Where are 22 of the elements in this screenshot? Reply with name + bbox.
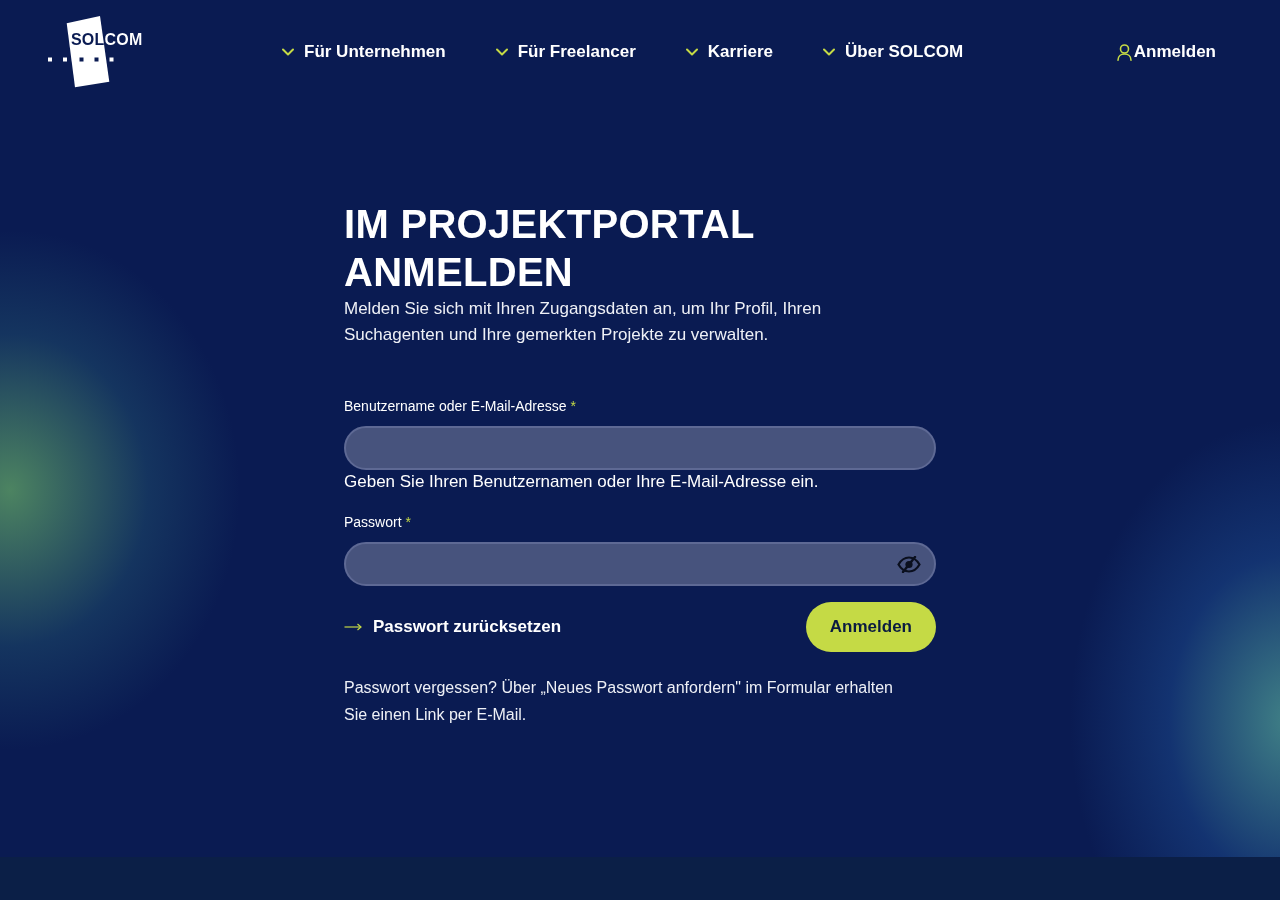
chevron-down-icon — [685, 48, 698, 56]
page-title: IM PROJEKTPORTAL ANMELDEN — [344, 201, 755, 296]
field-label: Benutzername oder E-Mail-Adresse * — [344, 397, 576, 415]
field-hint: Geben Sie Ihren Benutzernamen oder Ihre E-Mail-Adresse ein. — [344, 471, 819, 493]
chevron-down-icon — [823, 48, 835, 56]
eye-slash-icon[interactable] — [897, 555, 921, 573]
password-input[interactable] — [344, 542, 936, 586]
login-link[interactable]: Anmelden — [1116, 42, 1216, 62]
arrow-right-icon — [344, 623, 362, 631]
reset-password-link[interactable]: Passwort zurücksetzen — [344, 617, 561, 637]
user-icon — [1116, 43, 1132, 61]
field-label: Passwort * — [344, 513, 412, 531]
nav-menu-item[interactable]: Für Unternehmen — [282, 42, 446, 62]
nav-menu-item[interactable]: Karriere — [685, 42, 773, 62]
username-input[interactable] — [344, 426, 936, 470]
help-text: Passwort vergessen? Über „Neues Passwort anfordern" im Formular erhalten Sie einen Link per E-Mail. — [344, 678, 894, 725]
chevron-down-icon — [495, 48, 508, 56]
intro-text: Melden Sie sich mit Ihren Zugangsdaten an, um Ihr Profil, Ihren Suchagenten und Ihre gemerkten Projekte zu verwalten. — [344, 298, 823, 346]
nav-menu-item[interactable]: Über SOLCOM — [823, 42, 964, 62]
nav-menu-item[interactable]: Für Freelancer — [495, 42, 636, 62]
chevron-down-icon — [282, 48, 294, 56]
login-button[interactable]: Anmelden — [805, 602, 936, 652]
